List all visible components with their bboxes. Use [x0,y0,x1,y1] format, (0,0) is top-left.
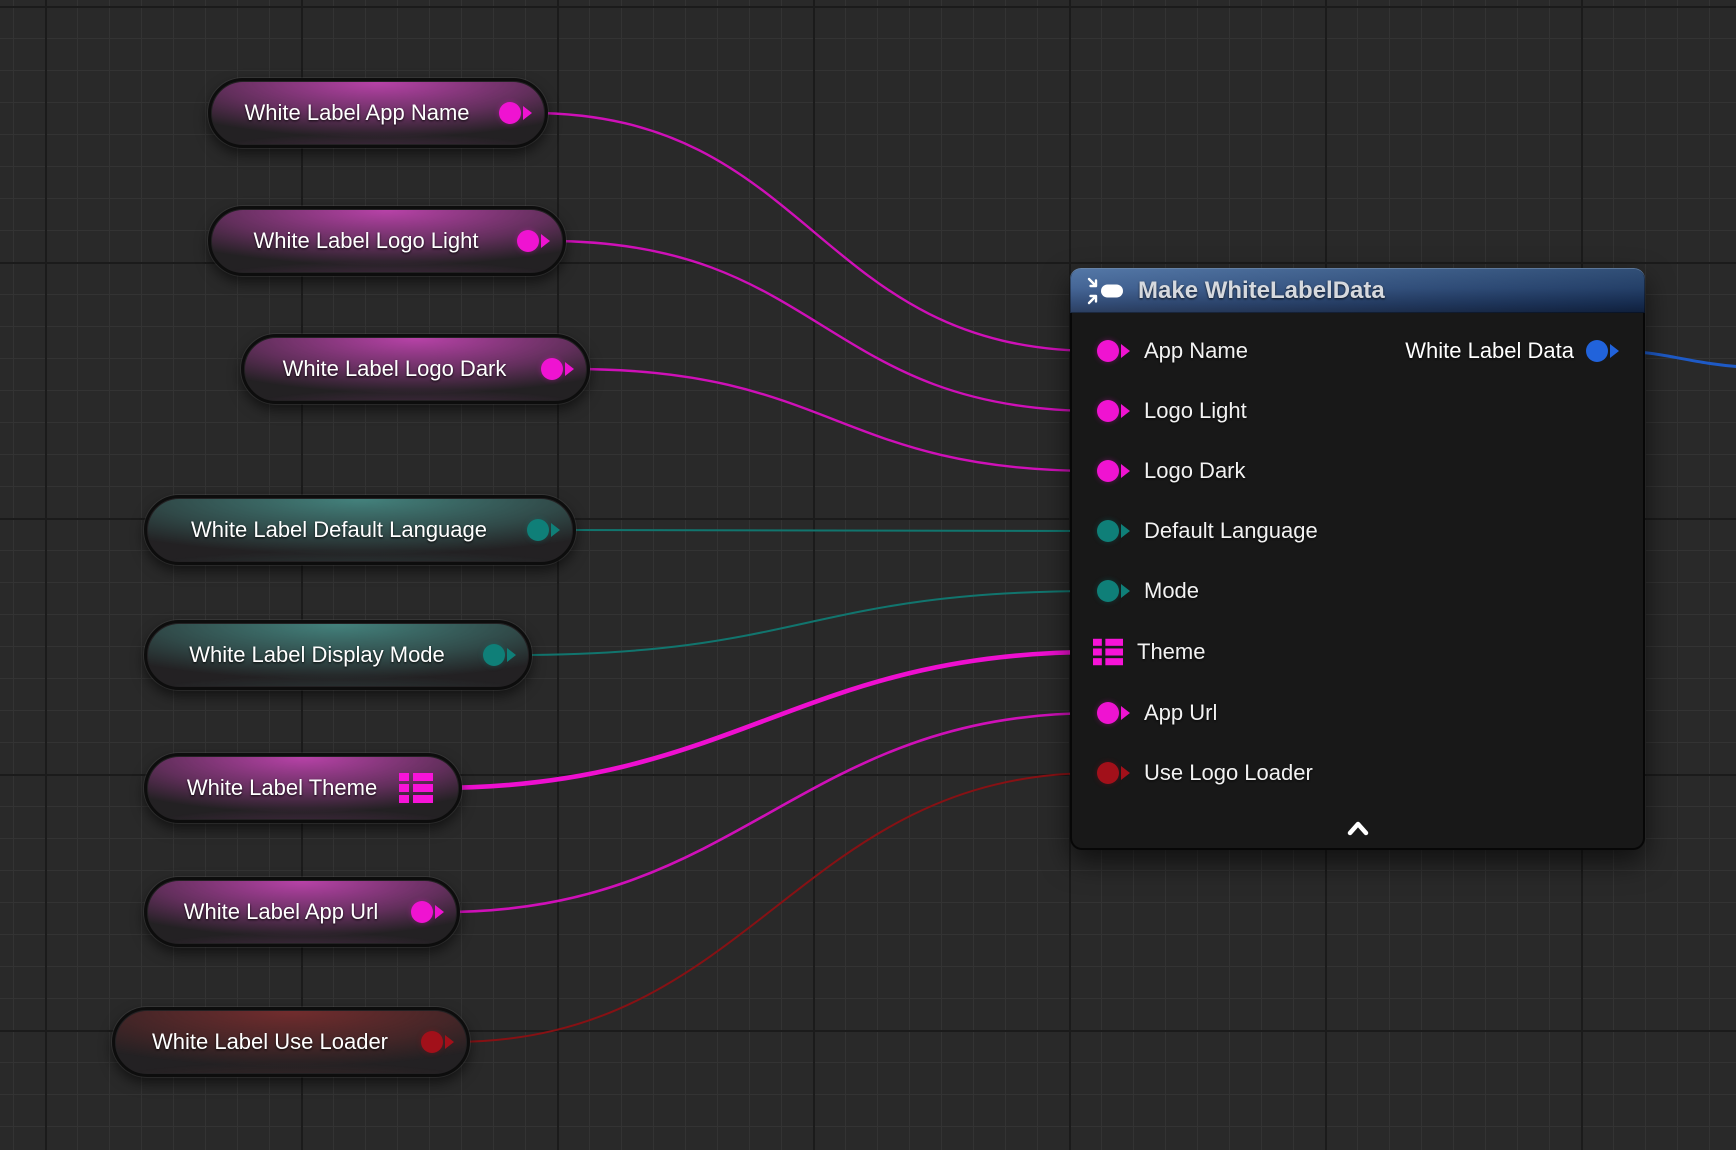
variable-getter-label: White Label Logo Light [253,228,520,254]
wire-white-label-logo-dark[interactable] [573,369,1097,471]
graph-canvas[interactable]: Make WhiteLabelData White Label Data App… [0,0,1736,1150]
input-pin-label: Use Logo Loader [1144,760,1313,786]
variable-getter-node-white-label-logo-dark[interactable]: White Label Logo Dark [241,334,590,404]
input-pin-row: Mode [1097,574,1199,608]
make-node[interactable]: Make WhiteLabelData White Label Data App… [1070,268,1645,850]
wire-white-label-app-name[interactable] [531,113,1097,351]
chevron-up-icon [1344,819,1372,837]
input-pin-label: Logo Dark [1144,458,1246,484]
input-pin[interactable] [1097,520,1130,542]
input-pin-label: Default Language [1144,518,1318,544]
wire-white-label-use-loader[interactable] [453,773,1097,1042]
input-pin[interactable] [1097,400,1130,422]
output-pin[interactable] [421,1031,454,1053]
input-pin-row: App Name [1097,334,1248,368]
variable-getter-node-white-label-display-mode[interactable]: White Label Display Mode [144,620,532,690]
struct-pin-icon[interactable] [399,771,433,805]
output-pin[interactable] [541,358,574,380]
output-pin[interactable] [1586,340,1619,362]
output-pin[interactable] [483,644,516,666]
variable-getter-node-white-label-theme[interactable]: White Label Theme [144,753,462,823]
variable-getter-label: White Label App Url [184,899,420,925]
make-struct-icon [1086,276,1126,306]
output-pin-row: White Label Data [1405,334,1619,368]
output-pin-label: White Label Data [1405,338,1574,364]
input-pin-row: Default Language [1097,514,1318,548]
input-pin-label: App Name [1144,338,1248,364]
make-node-title: Make WhiteLabelData [1138,277,1385,305]
input-pin-row: Theme [1093,635,1205,669]
variable-getter-node-white-label-use-loader[interactable]: White Label Use Loader [112,1007,470,1077]
variable-getter-node-white-label-app-url[interactable]: White Label App Url [144,877,460,947]
wire-white-label-display-mode[interactable] [515,591,1097,655]
wire-white-label-app-url[interactable] [443,713,1097,912]
wire-white-label-default-language[interactable] [559,530,1097,531]
input-pin-row: App Url [1097,696,1217,730]
input-pin[interactable] [1097,340,1130,362]
input-pin[interactable] [1097,702,1130,724]
variable-getter-node-white-label-default-language[interactable]: White Label Default Language [144,495,576,565]
variable-getter-label: White Label Theme [187,775,419,801]
input-pin-struct-icon[interactable] [1093,637,1123,667]
input-pin-row: Logo Light [1097,394,1247,428]
variable-getter-label: White Label Logo Dark [283,356,549,382]
variable-getter-label: White Label Display Mode [189,642,487,668]
variable-getter-label: White Label Default Language [191,517,529,543]
input-pin[interactable] [1097,580,1130,602]
input-pin-label: Mode [1144,578,1199,604]
input-pin[interactable] [1097,762,1130,784]
input-pin-row: Use Logo Loader [1097,756,1313,790]
variable-getter-label: White Label App Name [244,100,511,126]
variable-getter-node-white-label-logo-light[interactable]: White Label Logo Light [208,206,566,276]
input-pin[interactable] [1097,460,1130,482]
variable-getter-label: White Label Use Loader [152,1029,430,1055]
wire-white-label-logo-light[interactable] [549,241,1097,411]
output-pin[interactable] [527,519,560,541]
input-pin-label: Theme [1137,639,1205,665]
output-pin[interactable] [411,901,444,923]
input-pin-label: Logo Light [1144,398,1247,424]
collapse-button[interactable] [1336,814,1380,842]
input-pin-row: Logo Dark [1097,454,1246,488]
input-pin-label: App Url [1144,700,1217,726]
output-pin[interactable] [517,230,550,252]
output-pin[interactable] [499,102,532,124]
variable-getter-node-white-label-app-name[interactable]: White Label App Name [208,78,548,148]
make-node-header[interactable]: Make WhiteLabelData [1070,268,1645,313]
